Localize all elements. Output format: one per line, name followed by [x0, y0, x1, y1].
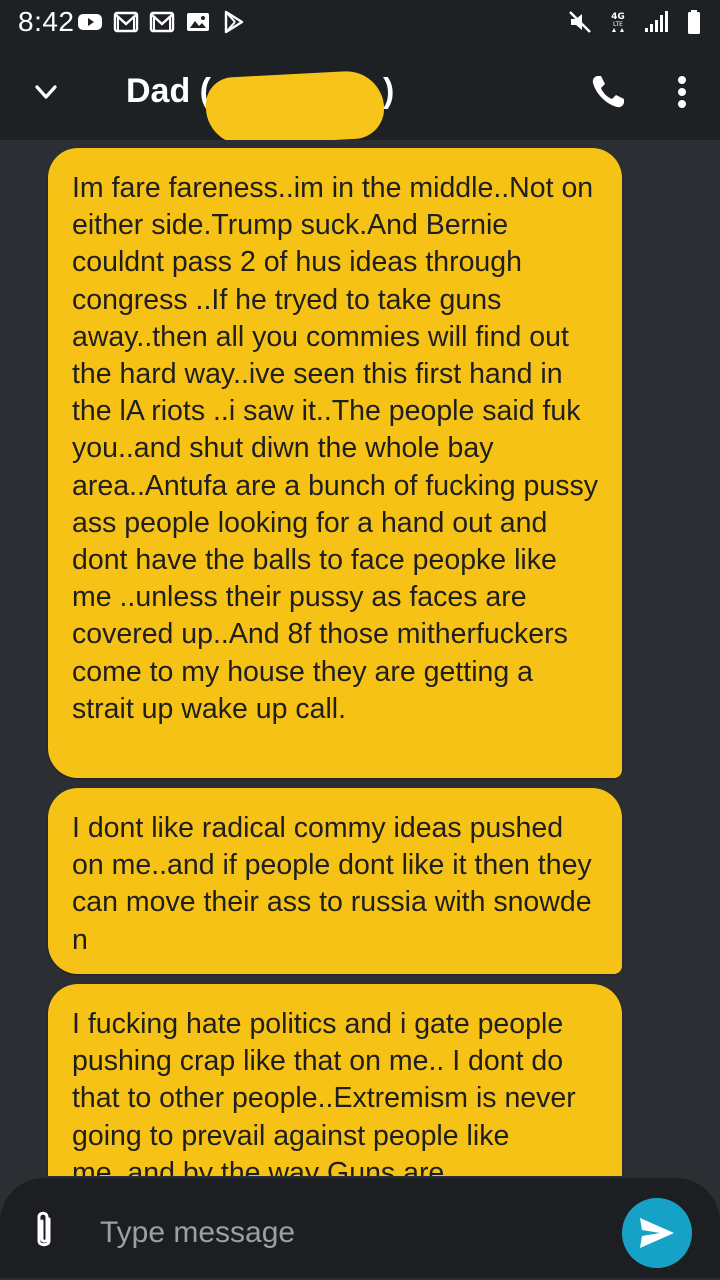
play-store-icon — [224, 10, 244, 34]
message-bubble[interactable]: Im fare fareness..im in the middle..Not … — [48, 148, 622, 778]
message-list[interactable]: Im fare fareness..im in the middle..Not … — [0, 140, 720, 1176]
notification-icons — [76, 8, 248, 36]
message-input[interactable] — [98, 1212, 582, 1254]
phone-icon — [592, 76, 624, 108]
mute-icon — [569, 11, 591, 33]
message-bubble[interactable]: I fucking hate politics and i gate peopl… — [48, 984, 622, 1176]
contact-name-close: ) — [383, 72, 395, 110]
message-composer — [0, 1176, 720, 1280]
paperclip-icon — [37, 1211, 51, 1247]
back-button[interactable] — [24, 70, 68, 114]
composer-bar — [0, 1178, 720, 1278]
system-icons: 4G LTE — [566, 6, 708, 38]
more-options-button[interactable] — [660, 68, 704, 116]
lte-icon: 4G LTE — [611, 12, 625, 32]
redaction-scribble — [204, 69, 386, 147]
send-button[interactable] — [622, 1198, 692, 1268]
gmail-icon — [149, 11, 175, 33]
gmail-icon — [113, 11, 139, 33]
youtube-icon — [78, 14, 102, 30]
gallery-icon — [187, 13, 209, 31]
svg-text:LTE: LTE — [613, 21, 623, 28]
conversation-header: Dad () — [0, 44, 720, 147]
message-text: Im fare fareness..im in the middle..Not … — [72, 172, 598, 725]
status-time: 8:42 — [18, 6, 75, 37]
call-button[interactable] — [584, 68, 632, 116]
send-icon — [640, 1218, 674, 1248]
message-text: I fucking hate politics and i gate peopl… — [72, 1008, 576, 1176]
battery-icon — [688, 10, 700, 34]
contact-name-text: Dad ( — [126, 72, 211, 110]
message-text: I dont like radical commy ideas pushed o… — [72, 812, 592, 956]
more-vert-icon — [678, 76, 686, 108]
signal-icon — [645, 11, 668, 32]
message-bubble[interactable]: I dont like radical commy ideas pushed o… — [48, 788, 622, 974]
status-bar: 8:42 4G LTE — [0, 0, 720, 44]
attach-button[interactable] — [24, 1208, 64, 1254]
chevron-down-icon — [35, 85, 57, 99]
